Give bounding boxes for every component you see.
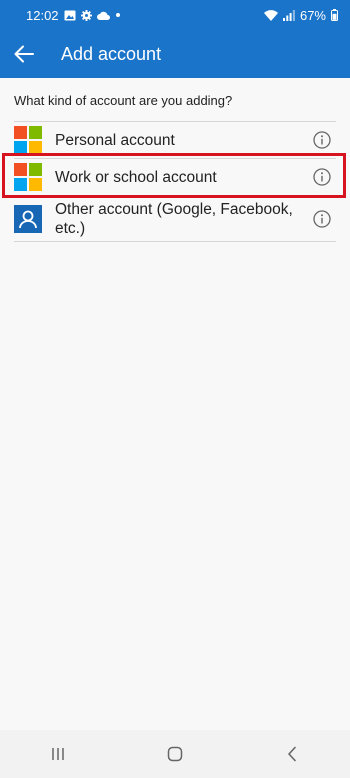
cloud-icon — [96, 11, 110, 20]
microsoft-logo-icon — [14, 163, 42, 191]
status-bar-left: 12:02 — [26, 8, 121, 23]
status-bar-right: 67% — [263, 7, 338, 23]
personal-account-label: Personal account — [55, 131, 175, 149]
other-account-label: Other account (Google, Facebook, etc.) — [55, 200, 293, 237]
status-time: 12:02 — [26, 7, 59, 23]
personal-account-option[interactable]: Personal account — [14, 121, 336, 158]
page-title: Add account — [61, 43, 162, 64]
home-button[interactable] — [155, 739, 195, 769]
recents-icon — [51, 747, 65, 761]
account-type-question: What kind of account are you adding? — [14, 93, 233, 108]
home-icon — [167, 746, 183, 762]
settings-icon — [80, 9, 92, 21]
dot-icon — [115, 12, 121, 18]
status-bar: 12:02 67% — [0, 0, 350, 30]
info-icon[interactable] — [313, 168, 331, 186]
info-icon[interactable] — [313, 209, 331, 228]
work-or-school-account-label: Work or school account — [55, 168, 217, 186]
person-icon — [14, 204, 42, 233]
other-account-option[interactable]: Other account (Google, Facebook, etc.) — [14, 195, 336, 242]
microsoft-logo-icon — [14, 126, 42, 154]
navigation-bar — [0, 730, 350, 778]
app-bar: Add account — [0, 30, 350, 78]
work-or-school-account-option[interactable]: Work or school account — [14, 158, 336, 195]
account-type-list: Personal account Work or school account … — [14, 121, 336, 242]
back-icon — [287, 746, 297, 762]
arrow-left-icon — [14, 45, 34, 63]
signal-icon — [282, 9, 295, 21]
wifi-icon — [263, 9, 278, 21]
info-icon[interactable] — [313, 131, 331, 149]
battery-percentage: 67% — [299, 7, 326, 23]
system-back-button[interactable] — [272, 739, 312, 769]
recents-button[interactable] — [38, 739, 78, 769]
back-button[interactable] — [12, 42, 36, 66]
gallery-icon — [64, 10, 76, 21]
battery-icon — [331, 9, 338, 21]
